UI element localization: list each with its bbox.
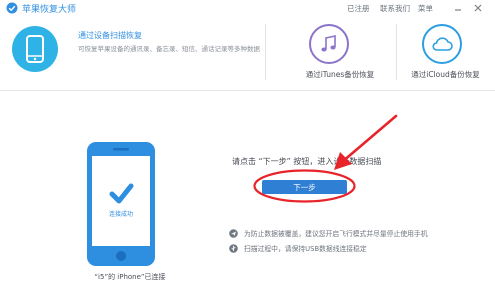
app-logo-icon — [6, 2, 18, 14]
note-usb-connection: 扫描过程中，请保持USB数据线连接稳定 — [229, 243, 367, 253]
mode-icloud-badge — [422, 24, 462, 64]
connected-phone-illustration: 连接成功 — [87, 142, 155, 266]
mode-device-scan-title: 通过设备扫描恢复 — [78, 31, 142, 40]
mode-device-scan-desc: 可恢复苹果设备的通讯录、备忘录、短信、通话记录等多种数据 — [78, 45, 260, 53]
register-link[interactable]: 已注册 — [347, 3, 370, 14]
main-panel — [0, 91, 495, 289]
mode-itunes-backup[interactable]: 通过iTunes备份恢复 — [285, 20, 395, 84]
nav-divider — [265, 24, 266, 80]
connection-status: 连接成功 — [109, 210, 133, 218]
note-usb-text: 扫描过程中，请保持USB数据线连接稳定 — [244, 245, 367, 253]
mode-icloud-title: 通过iCloud备份恢复 — [411, 70, 480, 79]
title-bar: 苹果恢复大师 已注册 联系我们 菜单 — [0, 0, 495, 16]
airplane-icon — [229, 228, 238, 238]
annotation-arrow — [334, 114, 398, 170]
note-airplane-mode: 为防止数据被覆盖，建议您开启飞行模式并尽量停止使用手机 — [229, 228, 428, 238]
close-button[interactable] — [472, 2, 483, 13]
app-title: 苹果恢复大师 — [22, 5, 77, 15]
contact-link[interactable]: 联系我们 — [380, 3, 410, 14]
mode-itunes-title: 通过iTunes备份恢复 — [305, 70, 375, 79]
music-note-icon — [321, 35, 336, 52]
cloud-icon — [432, 37, 453, 51]
menu-link[interactable]: 菜单 — [418, 3, 433, 14]
mode-itunes-badge — [309, 24, 349, 64]
mode-icloud-backup[interactable]: 通过iCloud备份恢复 — [396, 20, 495, 84]
note-airplane-text: 为防止数据被覆盖，建议您开启飞行模式并尽量停止使用手机 — [244, 230, 428, 238]
minimize-button[interactable] — [452, 2, 463, 13]
mode-device-scan-badge — [12, 26, 58, 72]
minimize-icon — [454, 8, 461, 11]
mode-device-scan[interactable]: 通过设备扫描恢复 可恢复苹果设备的通讯录、备忘录、短信、通话记录等多种数据 — [12, 22, 262, 82]
close-icon — [474, 4, 481, 11]
device-caption: “i5”的 iPhone”已连接 — [94, 273, 166, 281]
phone-icon — [26, 35, 44, 63]
usb-icon — [229, 243, 238, 253]
